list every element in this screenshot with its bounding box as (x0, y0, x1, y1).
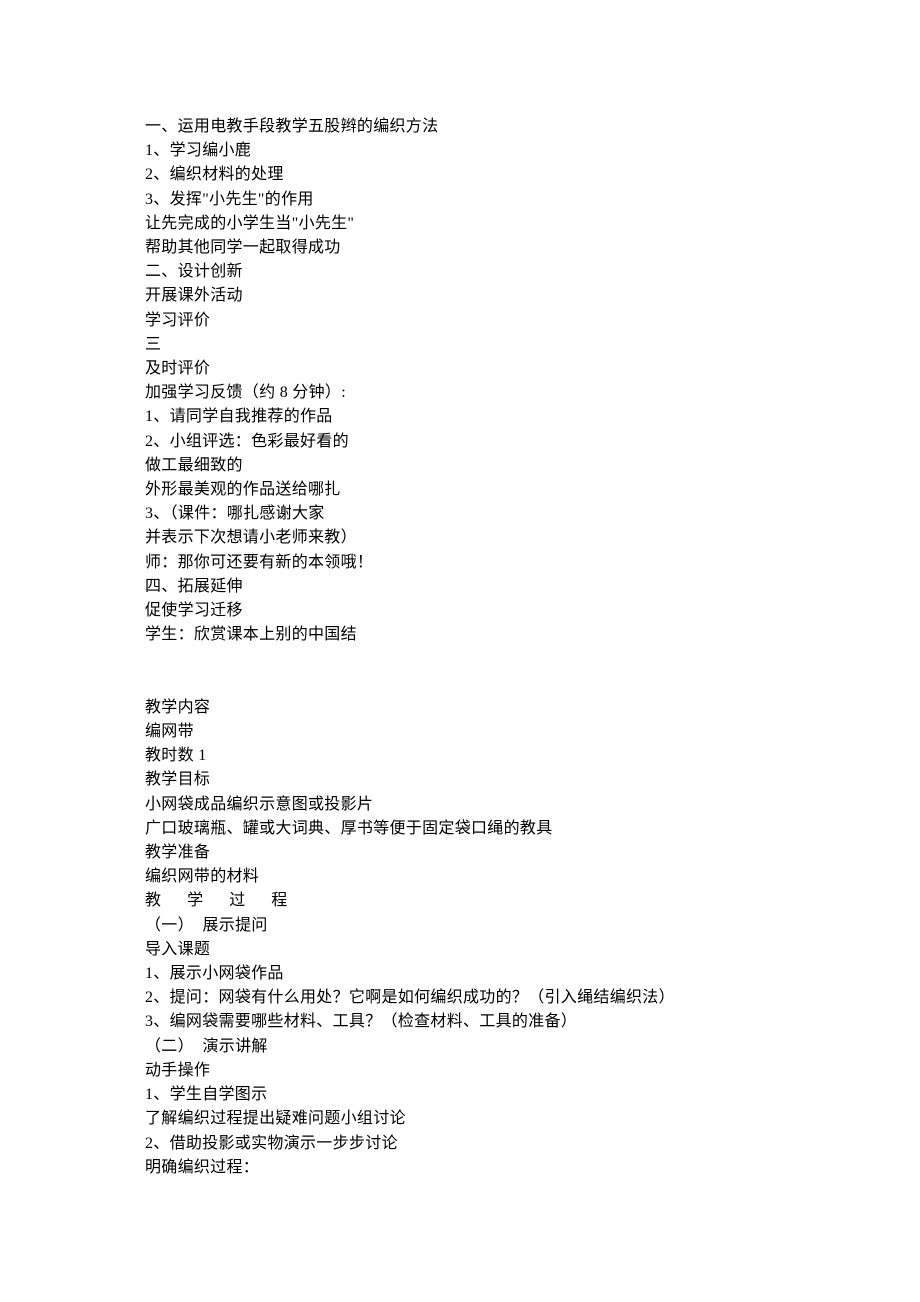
text-line: 1、学生自学图示 (145, 1083, 775, 1107)
text-line: 3、（课件：哪扎感谢大家 (145, 502, 775, 526)
text-line: 3、发挥"小先生"的作用 (145, 188, 775, 212)
text-line: 三 (145, 333, 775, 357)
text-line: 教时数 1 (145, 744, 775, 768)
text-line: （二） 演示讲解 (145, 1035, 775, 1059)
text-line: 二、设计创新 (145, 260, 775, 284)
text-line: 教学内容 (145, 696, 775, 720)
text-line: 教学目标 (145, 768, 775, 792)
text-line: 加强学习反馈（约 8 分钟）: (145, 381, 775, 405)
text-line: 让先完成的小学生当"小先生" (145, 212, 775, 236)
text-line: 2、提问：网袋有什么用处？它啊是如何编织成功的？（引入绳结编织法） (145, 986, 775, 1010)
document-page: 一、运用电教手段教学五股辫的编织方法1、学习编小鹿2、编织材料的处理3、发挥"小… (0, 0, 920, 1260)
text-line: 编织网带的材料 (145, 865, 775, 889)
text-line: 1、学习编小鹿 (145, 139, 775, 163)
text-line: 并表示下次想请小老师来教） (145, 526, 775, 550)
text-line: 学生：欣赏课本上别的中国结 (145, 623, 775, 647)
text-line: 2、借助投影或实物演示一步步讨论 (145, 1132, 775, 1156)
blank-line (145, 647, 775, 671)
text-line: 2、编织材料的处理 (145, 163, 775, 187)
text-line: 广口玻璃瓶、罐或大词典、厚书等便于固定袋口绳的教具 (145, 817, 775, 841)
text-line: 1、展示小网袋作品 (145, 962, 775, 986)
text-line: 1、请同学自我推荐的作品 (145, 405, 775, 429)
blank-line (145, 672, 775, 696)
text-line: 开展课外活动 (145, 284, 775, 308)
text-line: 学习评价 (145, 309, 775, 333)
text-line: 及时评价 (145, 357, 775, 381)
text-line: 3、编网袋需要哪些材料、工具？（检查材料、工具的准备） (145, 1010, 775, 1034)
text-line: 动手操作 (145, 1059, 775, 1083)
text-line: 编网带 (145, 720, 775, 744)
text-line: 导入课题 (145, 938, 775, 962)
text-line: 明确编织过程： (145, 1156, 775, 1180)
text-line: 一、运用电教手段教学五股辫的编织方法 (145, 115, 775, 139)
text-line: 2、小组评选：色彩最好看的 (145, 430, 775, 454)
document-body: 一、运用电教手段教学五股辫的编织方法1、学习编小鹿2、编织材料的处理3、发挥"小… (145, 115, 775, 1180)
text-line: 帮助其他同学一起取得成功 (145, 236, 775, 260)
text-line: 了解编织过程提出疑难问题小组讨论 (145, 1107, 775, 1131)
text-line: 做工最细致的 (145, 454, 775, 478)
text-line: 外形最美观的作品送给哪扎 (145, 478, 775, 502)
text-line: 教 学 过 程 (145, 889, 775, 913)
text-line: 四、拓展延伸 (145, 575, 775, 599)
text-line: 教学准备 (145, 841, 775, 865)
text-line: 小网袋成品编织示意图或投影片 (145, 793, 775, 817)
text-line: 师：那你可还要有新的本领哦！ (145, 551, 775, 575)
text-line: （一） 展示提问 (145, 914, 775, 938)
text-line: 促使学习迁移 (145, 599, 775, 623)
